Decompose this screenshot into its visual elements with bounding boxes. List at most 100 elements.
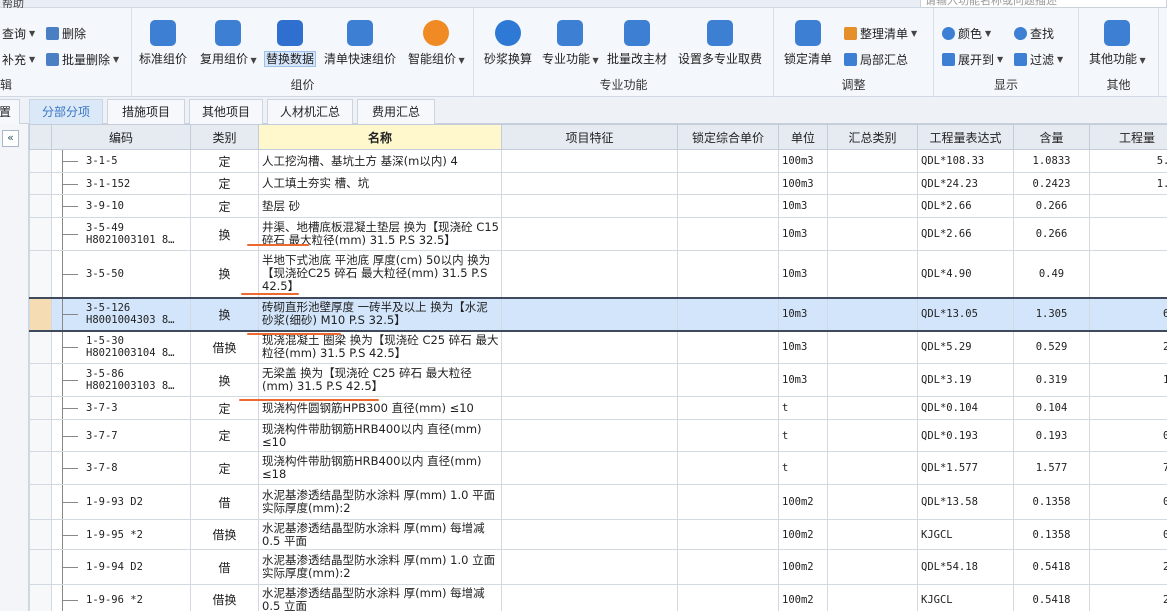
name-cell[interactable]: 水泥基渗透结晶型防水涂料 厚(mm) 每增减0.5 立面 [258, 584, 502, 611]
code-cell[interactable]: 1-9-94 D2 [51, 549, 191, 585]
locked-price-cell[interactable] [677, 172, 779, 195]
expression-cell[interactable]: QDL*2.66 [917, 194, 1014, 218]
unit-cell[interactable]: 100m3 [778, 149, 828, 173]
quantity-cell[interactable]: 2.7 [1089, 584, 1167, 611]
row-gutter[interactable] [29, 396, 52, 420]
name-cell[interactable]: 无梁盖 换为【现浇砼 C25 碎石 最大粒径(mm) 31.5 P.S 42.5… [258, 363, 502, 397]
expression-cell[interactable]: QDL*3.19 [917, 363, 1014, 397]
quantity-cell[interactable]: 0.6 [1089, 484, 1167, 520]
summary-type-cell[interactable] [827, 549, 918, 585]
locked-price-cell[interactable] [677, 330, 779, 364]
feature-cell[interactable] [501, 172, 678, 195]
collapse-left-button[interactable]: « [2, 130, 19, 147]
feature-cell[interactable] [501, 149, 678, 173]
locked-price-cell[interactable] [677, 549, 779, 585]
code-cell[interactable]: 3-9-10 [51, 194, 191, 218]
header-content[interactable]: 含量 [1013, 124, 1090, 150]
table-row[interactable]: 1-9-95 *2 借换 水泥基渗透结晶型防水涂料 厚(mm) 每增减0.5 平面 1… [29, 519, 1167, 550]
partial-summary-button[interactable]: 局部汇总 [844, 51, 908, 68]
content-cell[interactable]: 0.2423 [1013, 172, 1090, 195]
header-category[interactable]: 类别 [190, 124, 259, 150]
quick-pricing-button[interactable]: 清单快速组价 [324, 20, 396, 67]
summary-type-cell[interactable] [827, 217, 918, 251]
code-cell[interactable]: 3-7-7 [51, 419, 191, 452]
row-gutter[interactable] [29, 419, 52, 452]
content-cell[interactable]: 1.577 [1013, 451, 1090, 485]
expression-cell[interactable]: QDL*0.104 [917, 396, 1014, 420]
header-quantity[interactable]: 工程量 [1089, 124, 1167, 150]
feature-cell[interactable] [501, 396, 678, 420]
table-row[interactable]: 3-5-50 换半地下式池底 平池底 厚度(cm) 50以内 换为【现浇砼C25 … [29, 250, 1167, 298]
name-cell[interactable]: 水泥基渗透结晶型防水涂料 厚(mm) 1.0 立面 实际厚度(mm):2 [258, 549, 502, 585]
row-gutter[interactable] [29, 484, 52, 520]
feature-cell[interactable] [501, 549, 678, 585]
table-row[interactable]: 1-9-94 D2 借水泥基渗透结晶型防水涂料 厚(mm) 1.0 立面 实际厚度… [29, 549, 1167, 585]
locked-price-cell[interactable] [677, 584, 779, 611]
code-cell[interactable]: 3-1-5 [51, 149, 191, 173]
other-functions-button[interactable]: 其他功能 ▼ [1089, 20, 1146, 67]
code-cell[interactable]: 3-1-152 [51, 172, 191, 195]
unit-cell[interactable]: 10m3 [778, 330, 828, 364]
lock-list-button[interactable]: 锁定清单 [784, 20, 832, 67]
unit-cell[interactable]: t [778, 396, 828, 420]
content-cell[interactable]: 0.193 [1013, 419, 1090, 452]
unit-cell[interactable]: 10m3 [778, 217, 828, 251]
summary-type-cell[interactable] [827, 250, 918, 298]
row-gutter[interactable] [29, 363, 52, 397]
table-row[interactable]: 3-7-8 定现浇构件带肋钢筋HRB400以内 直径(mm) ≤18 t QDL*1.… [29, 451, 1167, 485]
standard-pricing-button[interactable]: 标准组价 [139, 20, 187, 67]
content-cell[interactable]: 0.266 [1013, 217, 1090, 251]
name-cell[interactable]: 现浇构件带肋钢筋HRB400以内 直径(mm) ≤18 [258, 451, 502, 485]
code-cell[interactable]: 3-5-49 H8021003101 8… [51, 217, 191, 251]
table-row[interactable]: 3-9-10 定垫层 砂 10m3 QDL*2.660.2661. [29, 194, 1167, 218]
row-gutter[interactable] [29, 330, 52, 364]
header-expression[interactable]: 工程量表达式 [917, 124, 1014, 150]
row-gutter[interactable] [29, 519, 52, 550]
feature-cell[interactable] [501, 419, 678, 452]
table-row[interactable]: 3-5-49 H8021003101 8… 换井渠、地槽底板混凝土垫层 换为【现浇砼… [29, 217, 1167, 251]
locked-price-cell[interactable] [677, 296, 779, 332]
search-input[interactable]: 请输入功能名称或问题描述 [920, 0, 1167, 8]
locked-price-cell[interactable] [677, 451, 779, 485]
summary-type-cell[interactable] [827, 519, 918, 550]
category-cell[interactable]: 换 [190, 363, 259, 397]
table-row[interactable]: 3-1-152 定人工填土夯实 槽、坑 100m3 QDL*24.230.24231.… [29, 172, 1167, 195]
content-cell[interactable]: 1.305 [1013, 296, 1090, 332]
summary-type-cell[interactable] [827, 172, 918, 195]
summary-type-cell[interactable] [827, 330, 918, 364]
unit-cell[interactable]: 100m2 [778, 549, 828, 585]
summary-type-cell[interactable] [827, 396, 918, 420]
quantity-cell[interactable]: 1. [1089, 217, 1167, 251]
content-cell[interactable]: 0.1358 [1013, 519, 1090, 550]
locked-price-cell[interactable] [677, 217, 779, 251]
expression-cell[interactable]: QDL*13.05 [917, 296, 1014, 332]
expression-cell[interactable]: KJGCL [917, 584, 1014, 611]
row-gutter[interactable] [29, 172, 52, 195]
quantity-cell[interactable]: 2. [1089, 250, 1167, 298]
feature-cell[interactable] [501, 194, 678, 218]
expression-cell[interactable]: QDL*13.58 [917, 484, 1014, 520]
summary-type-cell[interactable] [827, 484, 918, 520]
unit-cell[interactable]: t [778, 451, 828, 485]
table-row[interactable]: 1-5-30 H8021003104 8… 借换 现浇混凝土 圈梁 换为【现浇砼 C2… [29, 330, 1167, 364]
row-gutter[interactable] [29, 451, 52, 485]
feature-cell[interactable] [501, 330, 678, 364]
name-cell[interactable]: 现浇混凝土 圈梁 换为【现浇砼 C25 碎石 最大粒径(mm) 31.5 P.S… [258, 330, 502, 364]
expression-cell[interactable]: QDL*24.23 [917, 172, 1014, 195]
name-cell[interactable]: 砖砌直形池壁厚度 一砖半及以上 换为【水泥砂浆(细砂) M10 P.S 32.5… [258, 296, 502, 332]
category-cell[interactable]: 换 [190, 296, 259, 332]
unit-cell[interactable]: 10m3 [778, 296, 828, 332]
reuse-pricing-button[interactable]: 复用组价 ▼ [200, 20, 257, 67]
name-cell[interactable]: 人工填土夯实 槽、坑 [258, 172, 502, 195]
content-cell[interactable]: 0.5418 [1013, 584, 1090, 611]
unit-cell[interactable]: 100m2 [778, 484, 828, 520]
locked-price-cell[interactable] [677, 419, 779, 452]
locked-price-cell[interactable] [677, 363, 779, 397]
category-cell[interactable]: 定 [190, 172, 259, 195]
expression-cell[interactable]: QDL*2.66 [917, 217, 1014, 251]
tab-settings-partial[interactable]: 置 [0, 99, 20, 124]
expression-cell[interactable]: QDL*0.193 [917, 419, 1014, 452]
replace-data-button[interactable]: 替换数据 [264, 20, 317, 67]
summary-type-cell[interactable] [827, 451, 918, 485]
header-feature[interactable]: 项目特征 [501, 124, 678, 150]
